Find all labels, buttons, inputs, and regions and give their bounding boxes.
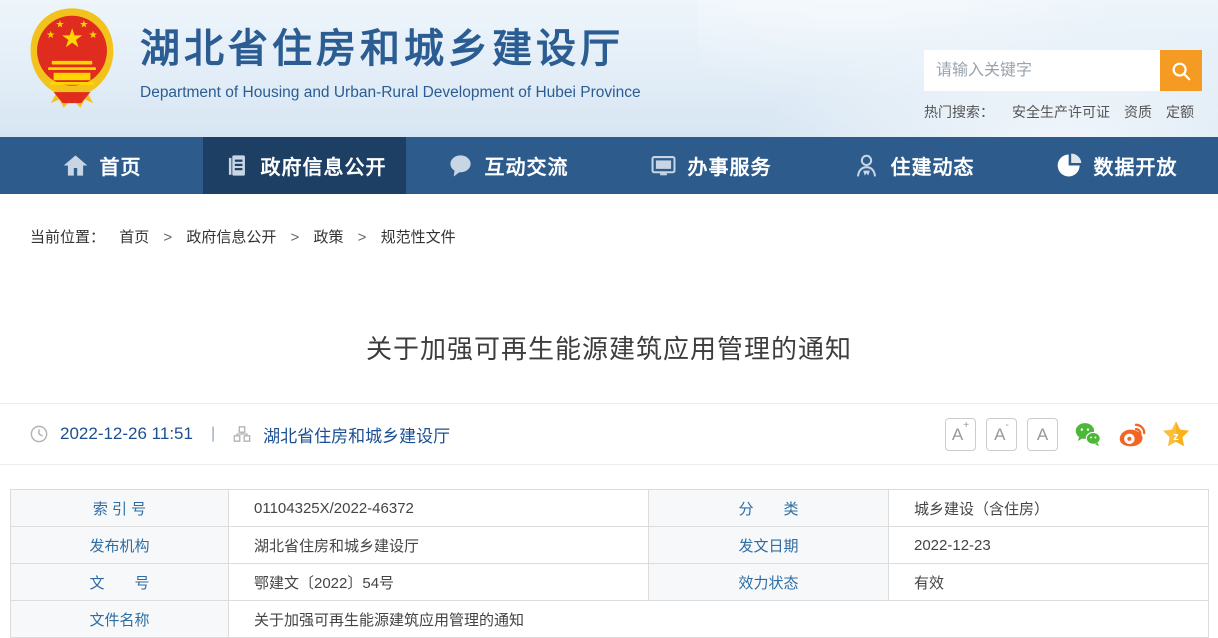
svg-text:★: ★ (89, 30, 98, 41)
font-decrease-button[interactable]: A- (986, 418, 1017, 451)
font-btn-sup: - (1006, 420, 1009, 431)
svg-text:★: ★ (79, 20, 88, 31)
doc-title-label: 文件名称 (11, 601, 229, 638)
category-value: 城乡建设（含住房） (889, 490, 1209, 527)
organization-icon (233, 425, 251, 443)
nav-label: 办事服务 (688, 151, 772, 180)
search-input[interactable] (924, 50, 1160, 91)
issue-date-label: 发文日期 (649, 527, 889, 564)
nav-label: 政府信息公开 (261, 151, 387, 180)
nav-item-open-data[interactable]: 数据开放 (1015, 137, 1218, 194)
svg-text:★: ★ (56, 20, 65, 31)
article-title: 关于加强可再生能源建筑应用管理的通知 (0, 329, 1218, 366)
font-btn-label: A (952, 425, 963, 444)
font-btn-label: A (994, 425, 1005, 444)
table-row: 索 引 号 01104325X/2022-46372 分 类 城乡建设（含住房） (11, 490, 1209, 527)
breadcrumb-separator: > (358, 229, 367, 246)
hot-search-link-1[interactable]: 安全生产许可证 (1012, 102, 1110, 122)
search-icon (1170, 60, 1192, 82)
search-button[interactable] (1160, 50, 1202, 91)
wechat-icon[interactable] (1074, 420, 1102, 448)
nav-label: 互动交流 (485, 151, 569, 180)
clock-icon (30, 425, 48, 443)
validity-status-label: 效力状态 (649, 564, 889, 601)
nav-item-news[interactable]: 住建动态 (812, 137, 1015, 194)
meta-separator: | (211, 425, 215, 443)
doc-title-value: 关于加强可再生能源建筑应用管理的通知 (229, 601, 1209, 638)
nav-label: 首页 (100, 151, 142, 180)
search-area: 热门搜索： 安全生产许可证 资质 定额 (924, 50, 1202, 122)
issuing-agency-value: 湖北省住房和城乡建设厅 (229, 527, 649, 564)
article-source: 湖北省住房和城乡建设厅 (263, 422, 450, 447)
svg-text:z: z (1173, 431, 1179, 443)
index-number-label: 索 引 号 (11, 490, 229, 527)
site-title-en: Department of Housing and Urban-Rural De… (140, 84, 641, 102)
breadcrumb-item-home[interactable]: 首页 (119, 229, 149, 246)
hot-search-link-2[interactable]: 资质 (1124, 102, 1152, 122)
category-label: 分 类 (649, 490, 889, 527)
home-icon (62, 152, 89, 179)
pie-chart-icon (1056, 152, 1083, 179)
table-row: 发布机构 湖北省住房和城乡建设厅 发文日期 2022-12-23 (11, 527, 1209, 564)
index-number-value: 01104325X/2022-46372 (229, 490, 649, 527)
weibo-icon[interactable] (1118, 420, 1146, 448)
issuing-agency-label: 发布机构 (11, 527, 229, 564)
doc-info-table: 索 引 号 01104325X/2022-46372 分 类 城乡建设（含住房）… (10, 489, 1209, 638)
qzone-icon[interactable]: z (1162, 420, 1190, 448)
nav-item-gov-info[interactable]: 政府信息公开 (203, 137, 406, 194)
nav-item-interaction[interactable]: 互动交流 (406, 137, 609, 194)
monitor-icon (650, 152, 677, 179)
breadcrumb-item-policy[interactable]: 政策 (313, 229, 343, 246)
svg-text:★: ★ (46, 30, 55, 41)
doc-number-label: 文 号 (11, 564, 229, 601)
font-btn-sup: + (963, 420, 969, 431)
site-title-cn: 湖北省住房和城乡建设厅 (140, 16, 641, 74)
breadcrumb-separator: > (163, 229, 172, 246)
nav-item-services[interactable]: 办事服务 (609, 137, 812, 194)
nav-label: 住建动态 (891, 151, 975, 180)
publish-time: 2022-12-26 11:51 (60, 424, 193, 444)
site-header: ★ ★ ★ ★ ★ 湖北省住房和城乡建设厅 Department of Hous… (0, 0, 1218, 137)
hot-search-link-3[interactable]: 定额 (1166, 102, 1194, 122)
nav-label: 数据开放 (1094, 151, 1178, 180)
table-row: 文 号 鄂建文〔2022〕54号 效力状态 有效 (11, 564, 1209, 601)
table-row: 文件名称 关于加强可再生能源建筑应用管理的通知 (11, 601, 1209, 638)
main-nav: 首页 政府信息公开 互动交流 办事服务 住建动态 (0, 137, 1218, 194)
breadcrumb-item-gov-info[interactable]: 政府信息公开 (186, 229, 276, 246)
font-btn-label: A (1037, 425, 1048, 444)
validity-status-value: 有效 (889, 564, 1209, 601)
doc-number-value: 鄂建文〔2022〕54号 (229, 564, 649, 601)
hot-search-label: 热门搜索： (924, 102, 994, 122)
chat-bubble-icon (447, 152, 474, 179)
breadcrumb-item-normative-docs[interactable]: 规范性文件 (381, 229, 456, 246)
breadcrumb-label: 当前位置： (30, 229, 105, 246)
national-emblem-icon: ★ ★ ★ ★ ★ (26, 6, 118, 112)
font-increase-button[interactable]: A+ (945, 418, 976, 451)
national-emblem-logo: ★ ★ ★ ★ ★ (26, 6, 118, 112)
person-icon (853, 152, 880, 179)
font-reset-button[interactable]: A (1027, 418, 1058, 451)
document-icon (223, 152, 250, 179)
breadcrumb: 当前位置： 首页 > 政府信息公开 > 政策 > 规范性文件 (0, 194, 1218, 247)
breadcrumb-separator: > (291, 229, 300, 246)
article-meta-bar: 2022-12-26 11:51 | 湖北省住房和城乡建设厅 A+ A- A (0, 403, 1218, 465)
nav-item-home[interactable]: 首页 (0, 137, 203, 194)
issue-date-value: 2022-12-23 (889, 527, 1209, 564)
